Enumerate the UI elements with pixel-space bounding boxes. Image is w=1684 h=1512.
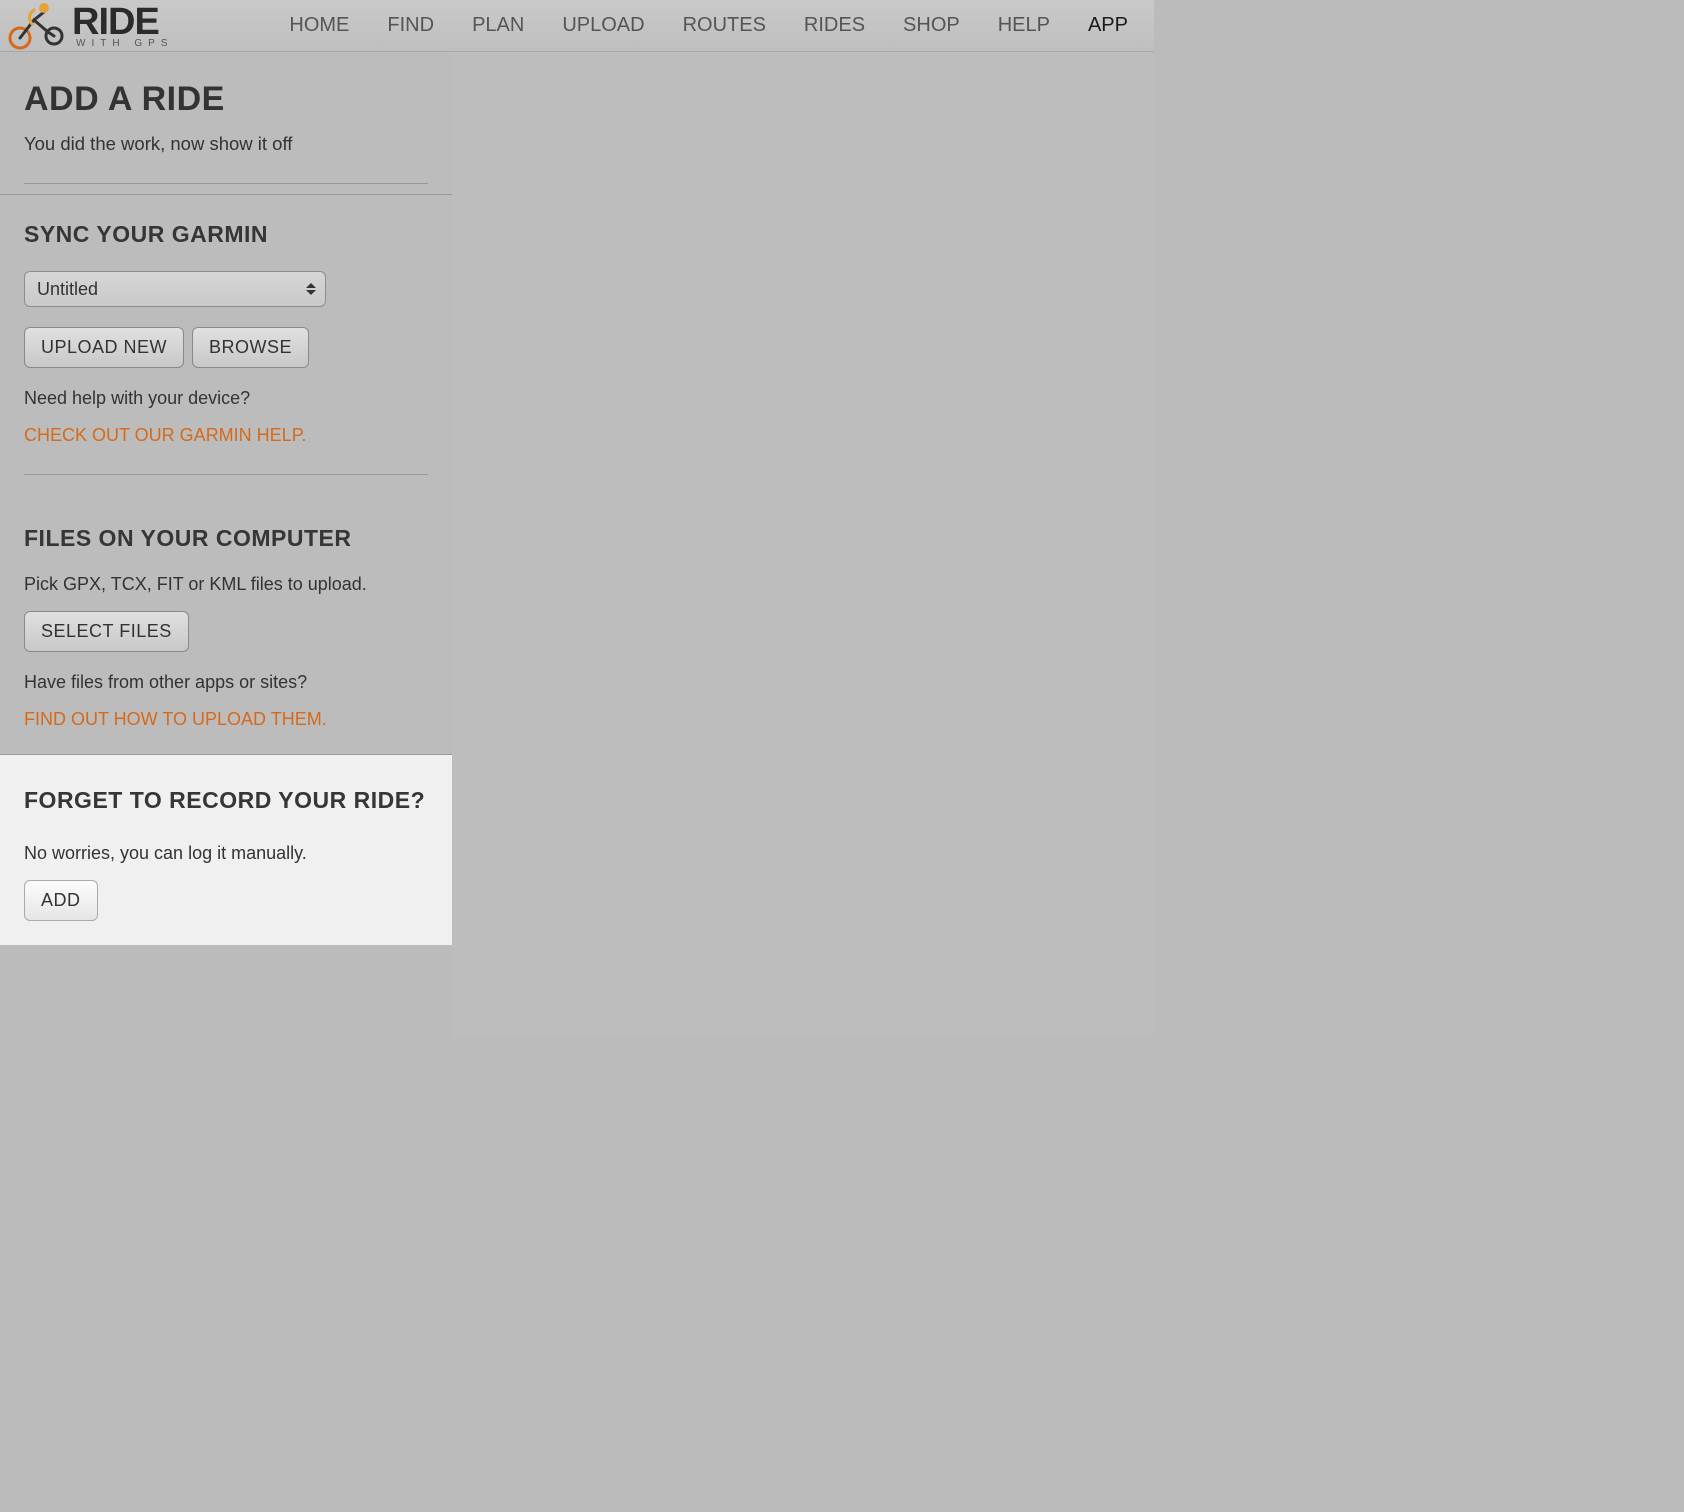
- select-files-button[interactable]: SELECT FILES: [24, 611, 189, 652]
- section-files: FILES ON YOUR COMPUTER Pick GPX, TCX, FI…: [0, 499, 452, 756]
- nav-find[interactable]: FIND: [387, 14, 434, 37]
- add-button[interactable]: ADD: [24, 880, 98, 921]
- garmin-title: SYNC YOUR GARMIN: [24, 213, 428, 257]
- left-panel: ADD A RIDE You did the work, now show it…: [0, 52, 452, 1037]
- files-instruction: Pick GPX, TCX, FIT or KML files to uploa…: [24, 574, 428, 595]
- nav-items: HOME FIND PLAN UPLOAD ROUTES RIDES SHOP …: [289, 14, 1154, 37]
- section-header: ADD A RIDE You did the work, now show it…: [0, 52, 452, 195]
- files-title: FILES ON YOUR COMPUTER: [24, 517, 428, 561]
- files-help-link[interactable]: FIND OUT HOW TO UPLOAD THEM.: [24, 709, 327, 730]
- nav-shop[interactable]: SHOP: [903, 14, 960, 37]
- nav-home[interactable]: HOME: [289, 14, 349, 37]
- upload-new-button[interactable]: UPLOAD NEW: [24, 327, 184, 368]
- nav-app[interactable]: APP: [1088, 14, 1128, 37]
- garmin-device-select[interactable]: Untitled: [24, 271, 326, 307]
- topbar: RIDE WITH GPS HOME FIND PLAN UPLOAD ROUT…: [0, 0, 1154, 52]
- nav-routes[interactable]: ROUTES: [683, 14, 766, 37]
- nav-upload[interactable]: UPLOAD: [562, 14, 644, 37]
- garmin-device-select-wrap: Untitled: [24, 271, 326, 307]
- files-help-text: Have files from other apps or sites?: [24, 672, 428, 693]
- divider: [24, 183, 428, 184]
- forgot-title: FORGET TO RECORD YOUR RIDE?: [24, 779, 428, 823]
- forgot-text: No worries, you can log it manually.: [24, 843, 428, 864]
- page-subtitle: You did the work, now show it off: [24, 133, 428, 155]
- logo-main-text: RIDE: [72, 3, 173, 41]
- files-button-row: SELECT FILES: [24, 611, 428, 652]
- garmin-help-link[interactable]: CHECK OUT OUR GARMIN HELP.: [24, 425, 306, 446]
- nav-help[interactable]: HELP: [998, 14, 1050, 37]
- section-forgot: FORGET TO RECORD YOUR RIDE? No worries, …: [0, 755, 452, 945]
- browse-button[interactable]: BROWSE: [192, 327, 309, 368]
- main-area: ADD A RIDE You did the work, now show it…: [0, 52, 1154, 1037]
- right-panel: [452, 52, 1154, 1037]
- logo-cyclist-icon: [4, 2, 72, 50]
- nav-rides[interactable]: RIDES: [804, 14, 865, 37]
- logo[interactable]: RIDE WITH GPS: [4, 2, 173, 50]
- section-garmin: SYNC YOUR GARMIN Untitled UPLOAD NEW BRO…: [0, 195, 452, 499]
- garmin-help-text: Need help with your device?: [24, 388, 428, 409]
- logo-text: RIDE WITH GPS: [72, 3, 173, 49]
- garmin-button-row: UPLOAD NEW BROWSE: [24, 327, 428, 368]
- divider: [24, 474, 428, 475]
- nav-plan[interactable]: PLAN: [472, 14, 524, 37]
- page-title: ADD A RIDE: [24, 80, 428, 119]
- logo-sub-text: WITH GPS: [76, 39, 173, 49]
